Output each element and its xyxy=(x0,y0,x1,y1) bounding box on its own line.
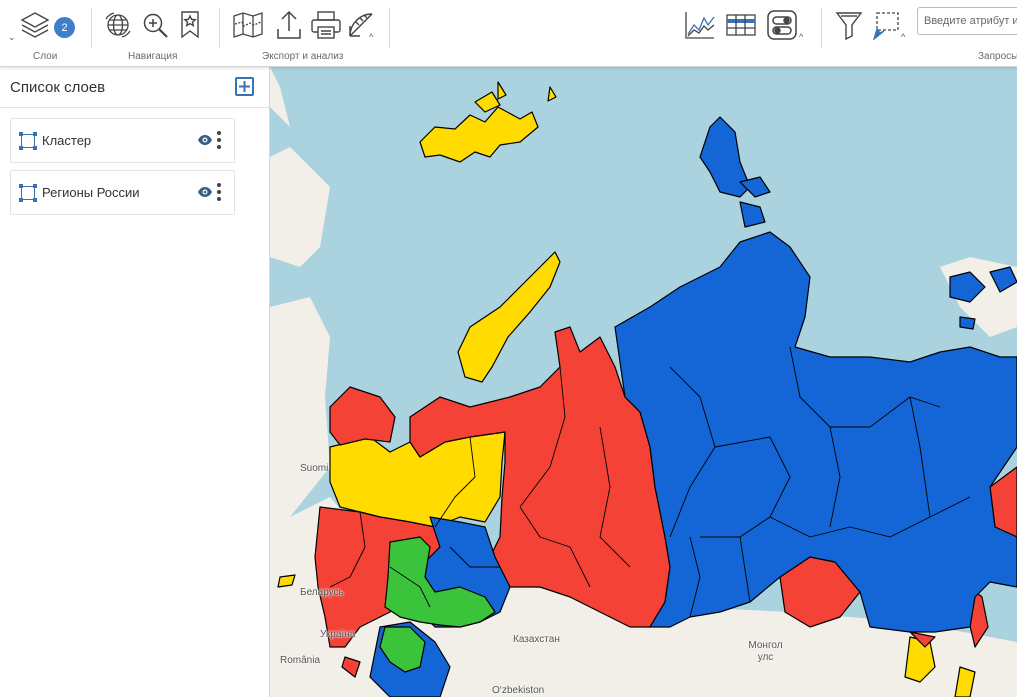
add-layer-button[interactable] xyxy=(235,77,254,96)
map-label-country: Беларусь xyxy=(300,587,344,598)
table-icon[interactable] xyxy=(724,8,758,42)
attribute-search-input[interactable] xyxy=(917,7,1017,35)
map-label-country: Suomi xyxy=(300,463,329,474)
map-canvas[interactable]: Suomi Беларусь Україна România Казахстан… xyxy=(270,67,1017,697)
layer-list-panel: Список слоев Кластер Регионы России xyxy=(0,67,270,697)
layers-icon[interactable] xyxy=(18,8,52,42)
layers-count-badge: 2 xyxy=(54,17,75,38)
chevron-up-icon[interactable]: ^ xyxy=(901,32,905,42)
map-label-country: Україна xyxy=(320,629,356,640)
map-layer xyxy=(270,67,1017,697)
toolbar-divider xyxy=(821,8,822,48)
layer-list-title: Список слоев xyxy=(0,67,269,108)
layer-name: Регионы России xyxy=(42,185,140,200)
visibility-eye-icon[interactable] xyxy=(197,186,213,198)
upload-icon[interactable] xyxy=(274,8,304,42)
layer-item-cluster[interactable]: Кластер xyxy=(10,118,235,163)
chevron-up-icon[interactable]: ^ xyxy=(799,32,803,42)
group-label-navigation: Навигация xyxy=(128,51,178,62)
bookmark-star-icon[interactable] xyxy=(176,8,204,42)
plus-icon xyxy=(239,81,250,92)
layer-name: Кластер xyxy=(42,133,92,148)
group-label-export: Экспорт и анализ xyxy=(262,51,344,62)
toolbar-divider xyxy=(91,8,92,48)
group-label-layers: Слои xyxy=(33,51,58,62)
layer-menu-icon[interactable] xyxy=(217,183,223,201)
chart-icon[interactable] xyxy=(683,8,717,42)
map-label-country: Монгол улс xyxy=(748,640,783,663)
select-area-icon[interactable] xyxy=(870,8,902,42)
zoom-in-icon[interactable] xyxy=(140,8,170,42)
toolbar-divider xyxy=(389,8,390,48)
print-icon[interactable] xyxy=(309,8,343,42)
layer-item-regions[interactable]: Регионы России xyxy=(10,170,235,215)
polygon-icon xyxy=(19,183,37,202)
polygon-icon xyxy=(19,131,37,150)
map-label-country: O‘zbekiston xyxy=(492,685,545,696)
layer-menu-icon[interactable] xyxy=(217,131,223,149)
toolbar-divider xyxy=(219,8,220,48)
map-label-country: România xyxy=(280,655,321,666)
visibility-eye-icon[interactable] xyxy=(197,134,213,146)
map-icon[interactable] xyxy=(231,8,265,42)
main-toolbar: 2 ⌄ Слои Навигация ^ Экспорт и анализ ^ xyxy=(0,0,1017,67)
group-label-query: Запросы xyxy=(978,51,1017,62)
filter-icon[interactable] xyxy=(834,8,864,42)
globe-icon[interactable] xyxy=(103,8,133,42)
toggle-panel-icon[interactable] xyxy=(765,8,799,42)
chevron-down-icon[interactable]: ⌄ xyxy=(8,32,16,43)
chevron-up-icon[interactable]: ^ xyxy=(369,32,373,42)
map-label-country: Казахстан xyxy=(513,634,560,645)
